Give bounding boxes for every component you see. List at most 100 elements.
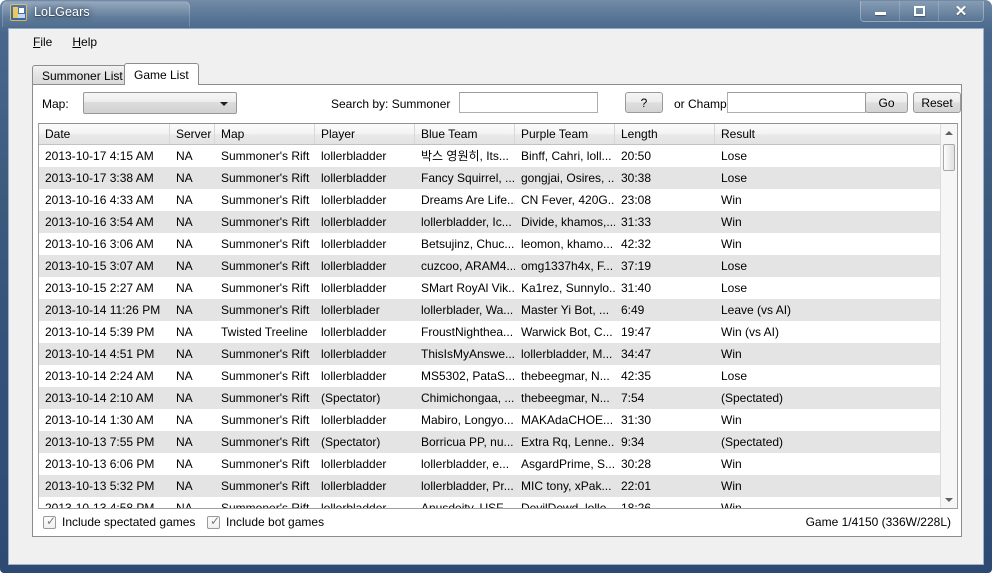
search-help-label: ? [640, 95, 648, 110]
cell-blue: Chimichongaa, ... [421, 391, 515, 405]
filter-bar: Map: Search by: Summoner ? or Champion G… [33, 85, 961, 123]
table-row[interactable]: 2013-10-16 3:06 AM NA Summoner's Rift lolle… [39, 233, 942, 255]
cell-date: 2013-10-13 4:58 PM [45, 501, 155, 508]
cell-map: Summoner's Rift [221, 149, 310, 163]
table-row[interactable]: 2013-10-15 3:07 AM NA Summoner's Rift lolle… [39, 255, 942, 277]
cell-length: 30:38 [621, 171, 652, 185]
table-header-date[interactable]: Date [39, 124, 170, 144]
cell-result: (Spectated) [721, 391, 784, 405]
cell-length: 7:54 [621, 391, 645, 405]
table-row[interactable]: 2013-10-14 4:51 PM NA Summoner's Rift lolle… [39, 343, 942, 365]
table-row[interactable]: 2013-10-15 2:27 AM NA Summoner's Rift lolle… [39, 277, 942, 299]
cell-blue: lollerbladder, Pr... [421, 479, 514, 493]
cell-result: Lose [721, 149, 748, 163]
champion-search-input[interactable] [727, 92, 866, 113]
cell-map: Summoner's Rift [221, 259, 310, 273]
maximize-button[interactable] [900, 1, 939, 21]
table-header-blue[interactable]: Blue Team [415, 124, 515, 144]
table-row[interactable]: 2013-10-13 6:06 PM NA Summoner's Rift lolle… [39, 453, 942, 475]
scrollbar-thumb[interactable] [943, 144, 955, 171]
cell-purple: Ka1rez, Sunnylo... [521, 281, 615, 295]
cell-player: lollerbladder [321, 259, 387, 273]
cell-result: Win (vs AI) [721, 325, 780, 339]
scroll-down-button[interactable] [941, 491, 957, 508]
minimize-button[interactable] [861, 1, 900, 21]
cell-server: NA [176, 435, 193, 449]
table-row[interactable]: 2013-10-16 3:54 AM NA Summoner's Rift lolle… [39, 211, 942, 233]
table-row[interactable]: 2013-10-14 2:24 AM NA Summoner's Rift lolle… [39, 365, 942, 387]
cell-date: 2013-10-16 3:54 AM [45, 215, 154, 229]
cell-server: NA [176, 237, 193, 251]
table-header-result[interactable]: Result [715, 124, 942, 144]
chevron-up-icon [945, 130, 953, 135]
include-bot-label[interactable]: Include bot games [226, 515, 324, 529]
close-button[interactable]: ✕ [939, 1, 983, 21]
menu-item-help[interactable]: Help [62, 32, 107, 52]
cell-length: 31:33 [621, 215, 652, 229]
cell-length: 34:47 [621, 347, 652, 361]
cell-result: Lose [721, 369, 748, 383]
table-row[interactable]: 2013-10-17 4:15 AM NA Summoner's Rift lolle… [39, 145, 942, 167]
cell-map: Twisted Treeline [221, 325, 308, 339]
reset-button[interactable]: Reset [913, 92, 961, 113]
map-select[interactable] [83, 92, 237, 114]
cell-length: 31:30 [621, 413, 652, 427]
tab-game-list[interactable]: Game List [124, 63, 199, 85]
table-row[interactable]: 2013-10-14 11:26 PM NA Summoner's Rift loll… [39, 299, 942, 321]
cell-length: 31:40 [621, 281, 652, 295]
summoner-search-input[interactable] [459, 92, 598, 113]
table-row[interactable]: 2013-10-13 4:58 PM NA Summoner's Rift lolle… [39, 497, 942, 508]
table-header-purple[interactable]: Purple Team [515, 124, 615, 144]
tab-summoner-list[interactable]: Summoner List [32, 65, 133, 85]
app-icon[interactable] [10, 4, 27, 21]
maximize-icon [913, 6, 925, 16]
include-spectated-checkbox[interactable]: ✓ [43, 514, 57, 529]
go-button[interactable]: Go [865, 92, 908, 113]
table-row[interactable]: 2013-10-17 3:38 AM NA Summoner's Rift lolle… [39, 167, 942, 189]
cell-date: 2013-10-15 2:27 AM [45, 281, 154, 295]
cell-purple: DevilDewd, lolle... [521, 501, 615, 508]
table-header-length[interactable]: Length [615, 124, 715, 144]
table-row[interactable]: 2013-10-13 5:32 PM NA Summoner's Rift lolle… [39, 475, 942, 497]
cell-length: 6:49 [621, 303, 645, 317]
cell-blue: lollerblader, Wa... [421, 303, 514, 317]
cell-blue: Borricua PP, nu... [421, 435, 514, 449]
table-row[interactable]: 2013-10-14 1:30 AM NA Summoner's Rift lolle… [39, 409, 942, 431]
chevron-down-icon [945, 497, 953, 502]
cell-purple: MAKAdaCHOE... [521, 413, 614, 427]
cell-map: Summoner's Rift [221, 237, 310, 251]
include-spectated-label[interactable]: Include spectated games [62, 515, 195, 529]
search-help-button[interactable]: ? [625, 92, 663, 113]
table-header-server[interactable]: Server [170, 124, 215, 144]
cell-length: 19:47 [621, 325, 652, 339]
cell-result: Win [721, 347, 742, 361]
table-row[interactable]: 2013-10-13 7:55 PM NA Summoner's Rift (Spec… [39, 431, 942, 453]
scroll-up-button[interactable] [941, 124, 957, 141]
menu-item-file[interactable]: File [23, 32, 62, 52]
cell-player: lollerbladder [321, 369, 387, 383]
cell-result: Leave (vs AI) [721, 303, 792, 317]
cell-date: 2013-10-17 4:15 AM [45, 149, 154, 163]
cell-server: NA [176, 259, 193, 273]
cell-map: Summoner's Rift [221, 171, 310, 185]
table-header-map[interactable]: Map [215, 124, 315, 144]
cell-blue: Betsujinz, Chuc... [421, 237, 515, 251]
table-row[interactable]: 2013-10-14 5:39 PM NA Twisted Treeline loll… [39, 321, 942, 343]
title-bar[interactable]: LoLGears ✕ [0, 0, 992, 28]
cell-length: 18:26 [621, 501, 652, 508]
cell-player: lollerbladder [321, 457, 387, 471]
cell-blue: SMart RoyAl Vik... [421, 281, 515, 295]
table-header-player[interactable]: Player [315, 124, 415, 144]
vertical-scrollbar[interactable] [940, 124, 957, 508]
menu-bar: File Help [9, 29, 983, 54]
cell-map: Summoner's Rift [221, 215, 310, 229]
check-icon: ✓ [46, 514, 57, 528]
cell-blue: FroustNighthea... [421, 325, 514, 339]
menu-item-file-label: ile [40, 34, 53, 49]
table-row[interactable]: 2013-10-16 4:33 AM NA Summoner's Rift lolle… [39, 189, 942, 211]
include-bot-checkbox[interactable]: ✓ [207, 515, 220, 529]
table-body: 2013-10-17 4:15 AM NA Summoner's Rift lolle… [39, 145, 957, 508]
table-row[interactable]: 2013-10-14 2:10 AM NA Summoner's Rift (Spec… [39, 387, 942, 409]
cell-server: NA [176, 171, 193, 185]
cell-map: Summoner's Rift [221, 369, 310, 383]
